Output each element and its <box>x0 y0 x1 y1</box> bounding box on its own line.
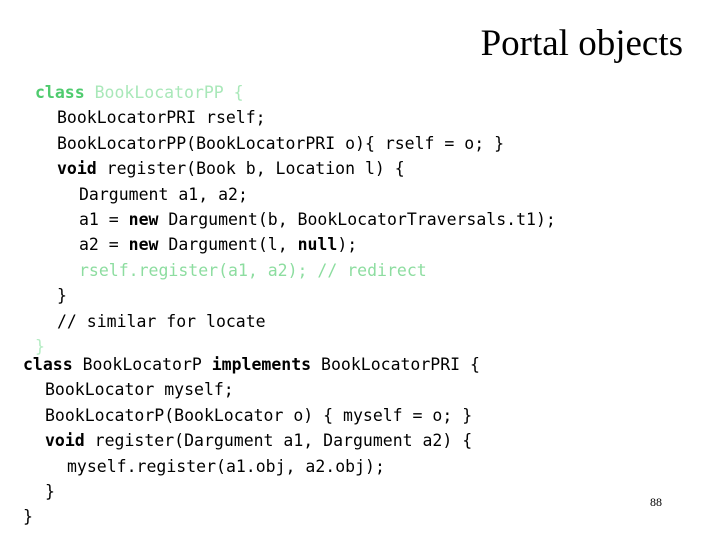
code-line: } <box>35 283 556 308</box>
code-line: void register(Book b, Location l) { <box>35 156 556 181</box>
page-title: Portal objects <box>480 23 683 64</box>
code-block-implementation-class: class BookLocatorP implements BookLocato… <box>23 352 480 530</box>
code-token: new <box>128 235 159 255</box>
code-line: a2 = new Dargument(l, null); <box>35 232 556 257</box>
code-token: myself.register(a1.obj, a2.obj); <box>67 456 385 476</box>
code-token: void <box>57 159 97 179</box>
code-token: // similar for locate <box>57 311 266 331</box>
code-token: BookLocatorPRI rself; <box>57 108 266 128</box>
code-token: } <box>23 507 33 527</box>
code-token: Dargument a1, a2; <box>79 184 248 204</box>
code-token: null <box>297 235 338 255</box>
code-line: BookLocatorP(BookLocator o) { myself = o… <box>23 403 480 428</box>
code-token: BookLocatorPRI { <box>311 355 480 374</box>
code-token: } <box>45 481 55 501</box>
code-token: class <box>23 355 73 374</box>
code-token: rself.register(a1, a2); // redirect <box>79 260 427 280</box>
code-line: BookLocator myself; <box>23 377 480 402</box>
code-token: register(Dargument a1, Dargument a2) { <box>84 431 473 451</box>
slide-page-number: 88 <box>650 495 662 509</box>
code-line: class BookLocatorPP { <box>35 80 556 105</box>
code-token: Dargument(b, BookLocatorTraversals.t1); <box>158 209 556 229</box>
code-line: BookLocatorPP(BookLocatorPRI o){ rself =… <box>35 131 556 156</box>
code-token: Dargument(l, <box>158 235 298 255</box>
code-token: BookLocatorP(BookLocator o) { myself = o… <box>45 405 473 425</box>
code-token: implements <box>211 355 312 374</box>
code-line: myself.register(a1.obj, a2.obj); <box>23 454 480 479</box>
code-token: a1 = <box>79 209 129 229</box>
code-line: void register(Dargument a1, Dargument a2… <box>23 428 480 453</box>
slide-canvas: Portal objects class BookLocatorPP {Book… <box>0 0 720 540</box>
code-line: class BookLocatorP implements BookLocato… <box>23 352 480 377</box>
code-line: Dargument a1, a2; <box>35 182 556 207</box>
code-token: BookLocatorPP(BookLocatorPRI o){ rself =… <box>57 133 505 153</box>
code-token: BookLocatorPP { <box>84 83 244 102</box>
code-token: class <box>35 83 85 102</box>
code-token: BookLocator myself; <box>45 380 234 400</box>
code-line: BookLocatorPRI rself; <box>35 105 556 130</box>
code-line: // similar for locate <box>35 309 556 334</box>
code-line: } <box>23 504 480 529</box>
code-line: } <box>23 479 480 504</box>
code-token: void <box>45 431 85 451</box>
code-token: a2 = <box>79 235 129 255</box>
code-token: BookLocatorP <box>72 355 212 374</box>
code-line: rself.register(a1, a2); // redirect <box>35 258 556 283</box>
code-token: ); <box>337 235 358 255</box>
code-token: register(Book b, Location l) { <box>96 159 405 179</box>
code-token: } <box>57 286 67 306</box>
code-line: a1 = new Dargument(b, BookLocatorTravers… <box>35 207 556 232</box>
code-block-portal-class: class BookLocatorPP { BookLocatorPRI rsel… <box>35 80 556 359</box>
code-token: new <box>128 209 159 229</box>
